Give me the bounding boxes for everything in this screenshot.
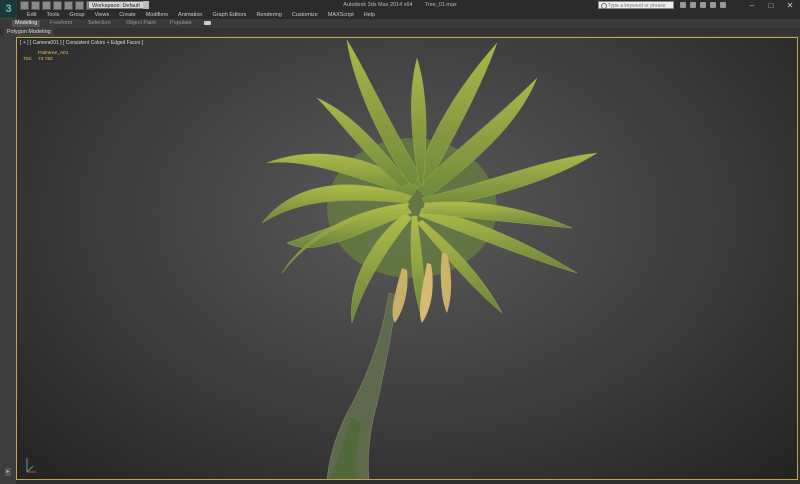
left-collapsed-panel (0, 36, 16, 484)
menu-help[interactable]: Help (364, 11, 375, 19)
ribbon-options-icon[interactable] (204, 21, 211, 25)
infocenter-binoculars-icon[interactable] (680, 2, 686, 8)
menu-group[interactable]: Group (69, 11, 84, 19)
communication-icon[interactable] (700, 2, 706, 8)
tab-freeform[interactable]: Freeform (50, 20, 72, 27)
expand-panel-button[interactable]: ▸ (5, 468, 11, 476)
menu-create[interactable]: Create (119, 11, 136, 19)
search-input[interactable]: Type a keyword or phrase (598, 1, 674, 9)
menu-graph-editors[interactable]: Graph Editors (213, 11, 247, 19)
menu-bar: Edit Tools Group Views Create Modifiers … (17, 11, 800, 19)
menu-rendering[interactable]: Rendering (256, 11, 281, 19)
ribbon-tabs: Modeling Freeform Selection Object Paint… (0, 19, 800, 28)
menu-modifiers[interactable]: Modifiers (146, 11, 168, 19)
menu-maxscript[interactable]: MAXScript (328, 11, 354, 19)
tab-populate[interactable]: Populate (170, 20, 192, 27)
menu-views[interactable]: Views (95, 11, 110, 19)
axis-gizmo-icon (26, 458, 36, 473)
menu-tools[interactable]: Tools (46, 11, 59, 19)
minimize-button[interactable]: – (742, 0, 762, 11)
menu-edit[interactable]: Edit (27, 11, 36, 19)
tab-modeling[interactable]: Modeling (12, 20, 41, 27)
polygon-modeling-panel[interactable]: Polygon Modeling (4, 28, 54, 36)
ribbon-panel-bar (0, 28, 800, 36)
favorites-star-icon[interactable] (710, 2, 716, 8)
app-name: Autodesk 3ds Max 2014 x64 (343, 2, 413, 8)
file-name: Tree_01.max (424, 2, 457, 8)
menu-animation[interactable]: Animation (178, 11, 202, 19)
close-button[interactable]: ✕ (780, 0, 800, 11)
trunk (326, 292, 398, 479)
maximize-button[interactable]: □ (761, 0, 781, 11)
camera-viewport[interactable]: [ + ] [ Camera001 ] [ Consistent Colors … (16, 37, 798, 480)
status-bar (16, 480, 800, 484)
help-icon[interactable] (720, 2, 726, 8)
tab-selection[interactable]: Selection (88, 20, 111, 27)
tab-object-paint[interactable]: Object Paint (126, 20, 156, 27)
palm-tree-model[interactable] (17, 38, 798, 480)
menu-customize[interactable]: Customize (292, 11, 318, 19)
subscription-icon[interactable] (690, 2, 696, 8)
